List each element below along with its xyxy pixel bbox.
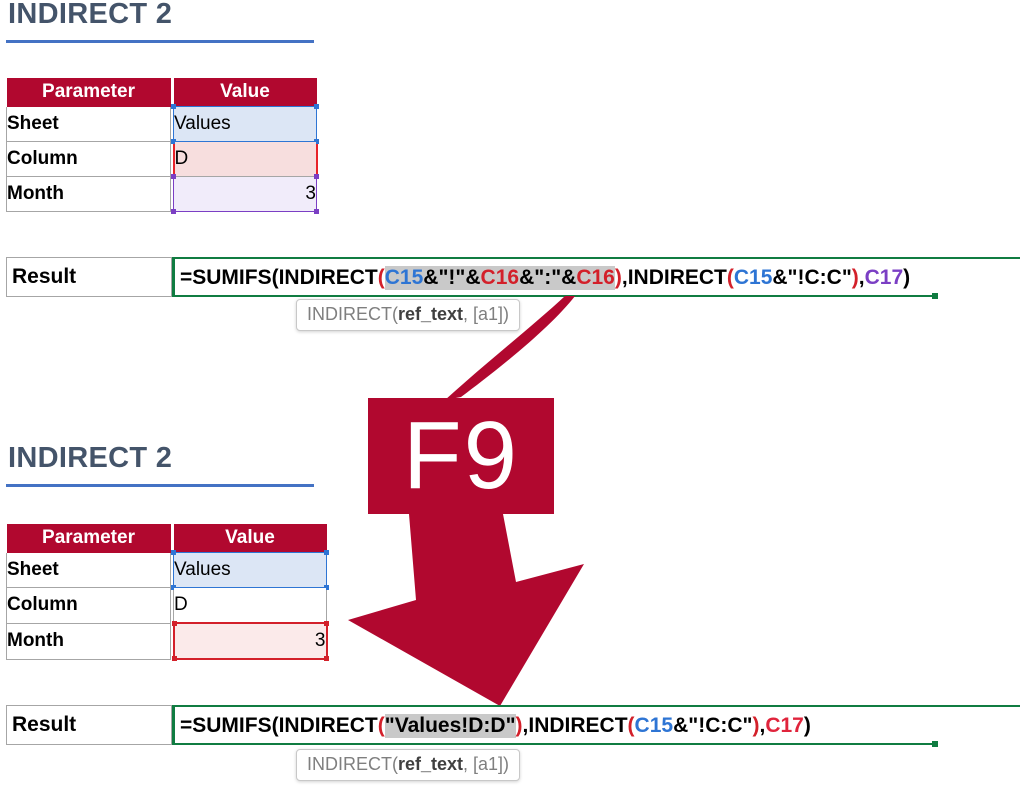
cell-text: Values bbox=[174, 113, 231, 134]
result-label-text: Result bbox=[12, 265, 77, 288]
param-value-month[interactable]: 3 bbox=[171, 621, 329, 661]
formula-token: C15 bbox=[634, 714, 674, 737]
down-arrow-icon bbox=[348, 514, 584, 706]
formula-bar-after[interactable]: =SUMIFS(INDIRECT("Values!D:D") ,INDIRECT(… bbox=[172, 705, 1020, 745]
fill-handle[interactable] bbox=[932, 293, 938, 299]
tooltip-prefix: INDIRECT( bbox=[307, 304, 398, 324]
selection-handle-top-right[interactable] bbox=[314, 174, 319, 179]
result-label-after: Result bbox=[6, 705, 172, 745]
table-header-row: Parameter Value bbox=[6, 78, 317, 107]
formula-token: ) bbox=[851, 266, 859, 289]
formula-token: C17 bbox=[765, 714, 804, 737]
formula-token: &"!C:C" bbox=[673, 714, 753, 737]
selection-handle-top-right[interactable] bbox=[324, 550, 329, 555]
formula-token: "Values!D:D" bbox=[384, 714, 516, 738]
formula-token: =SUMIFS(INDIRECT bbox=[180, 266, 378, 289]
formula-token: ) bbox=[752, 714, 760, 737]
formula-token: ) bbox=[515, 714, 523, 737]
formula-token: C17 bbox=[864, 266, 904, 289]
param-label-sheet: Sheet bbox=[6, 106, 171, 142]
table-row[interactable]: Month 3 bbox=[6, 621, 329, 661]
formula-bar-before[interactable]: =SUMIFS(INDIRECT(C15 &"!"& C16 &":"& C16) ,IN… bbox=[172, 257, 1020, 297]
formula-token: =SUMIFS(INDIRECT bbox=[180, 714, 378, 737]
table-row[interactable]: Column D bbox=[6, 587, 327, 624]
formula-token: &"!C:C" bbox=[772, 266, 852, 289]
formula-token: ( bbox=[377, 266, 385, 289]
formula-token: C15 bbox=[384, 266, 424, 290]
function-tooltip-after: INDIRECT(ref_text, [a1]) bbox=[296, 749, 521, 781]
formula-token: ( bbox=[726, 266, 734, 289]
tooltip-prefix: INDIRECT( bbox=[307, 754, 398, 774]
selection-handle-bottom-right[interactable] bbox=[314, 209, 319, 214]
title-divider-after bbox=[6, 484, 314, 487]
selection-handle-top-left[interactable] bbox=[171, 174, 176, 179]
formula-token: ,INDIRECT bbox=[621, 266, 727, 289]
selection-handle-top-left[interactable] bbox=[171, 550, 176, 555]
column-header-value: Value bbox=[173, 78, 317, 107]
page-title: INDIRECT 2 bbox=[8, 0, 173, 30]
parameter-table-after: Parameter Value Sheet Values Column D Mo… bbox=[6, 524, 329, 661]
title-divider bbox=[6, 40, 314, 43]
formula-token: C15 bbox=[733, 266, 773, 289]
table-row[interactable]: Column D bbox=[6, 141, 318, 177]
param-value-month[interactable]: 3 bbox=[171, 174, 319, 214]
param-value-column[interactable]: D bbox=[172, 141, 318, 177]
param-label-column: Column bbox=[6, 141, 171, 177]
param-label-sheet: Sheet bbox=[6, 552, 171, 588]
formula-token: C16 bbox=[576, 266, 615, 290]
param-label-column: Column bbox=[6, 587, 171, 624]
param-value-sheet[interactable]: Values bbox=[171, 104, 319, 144]
column-header-value: Value bbox=[173, 524, 327, 553]
result-label-text: Result bbox=[12, 713, 77, 736]
tooltip-suffix: , [a1]) bbox=[463, 754, 510, 774]
param-value-sheet[interactable]: Values bbox=[171, 550, 329, 590]
formula-token: &"!"& bbox=[423, 266, 481, 290]
table-row[interactable]: Sheet Values bbox=[6, 550, 329, 590]
selection-handle-bottom-left[interactable] bbox=[171, 209, 176, 214]
param-value-column[interactable]: D bbox=[173, 587, 327, 624]
table-row[interactable]: Sheet Values bbox=[6, 104, 319, 144]
param-label-month: Month bbox=[6, 176, 171, 212]
page-title-after: INDIRECT 2 bbox=[8, 442, 173, 474]
formula-token: ) bbox=[803, 714, 811, 737]
table-header-row: Parameter Value bbox=[6, 524, 327, 553]
formula-token: ( bbox=[627, 714, 635, 737]
cell-text: 3 bbox=[305, 183, 316, 204]
selection-handle-bottom-right[interactable] bbox=[323, 656, 329, 661]
selection-handle-top-right[interactable] bbox=[314, 104, 319, 109]
cell-text: D bbox=[174, 594, 188, 615]
cell-text: Values bbox=[174, 559, 231, 580]
formula-token: ) bbox=[614, 266, 622, 289]
formula-bottom-border-after bbox=[172, 743, 935, 745]
result-label: Result bbox=[6, 257, 172, 297]
formula-token: ( bbox=[377, 714, 385, 737]
table-row[interactable]: Month 3 bbox=[6, 174, 319, 214]
selection-handle-top-left[interactable] bbox=[171, 104, 176, 109]
cell-text: D bbox=[174, 148, 189, 169]
column-header-parameter: Parameter bbox=[6, 524, 171, 553]
parameter-table: Parameter Value Sheet Values Column D Mo… bbox=[6, 78, 319, 214]
f9-key-badge: F9 bbox=[368, 398, 554, 514]
formula-token: C16 bbox=[480, 266, 520, 290]
formula-token: &":"& bbox=[519, 266, 577, 290]
selection-handle-top-right[interactable] bbox=[323, 621, 329, 626]
callout-tail-icon bbox=[445, 296, 575, 400]
formula-token: ) bbox=[903, 266, 911, 289]
column-header-parameter: Parameter bbox=[6, 78, 171, 107]
selection-handle-bottom-left[interactable] bbox=[171, 656, 177, 661]
tooltip-bold-arg: ref_text bbox=[398, 754, 464, 774]
cell-text: 3 bbox=[314, 630, 326, 651]
formula-token: ,INDIRECT bbox=[522, 714, 628, 737]
selection-handle-top-left[interactable] bbox=[171, 621, 177, 626]
param-label-month: Month bbox=[6, 623, 171, 660]
fill-handle-after[interactable] bbox=[932, 741, 938, 747]
f9-key-label: F9 bbox=[402, 402, 520, 509]
